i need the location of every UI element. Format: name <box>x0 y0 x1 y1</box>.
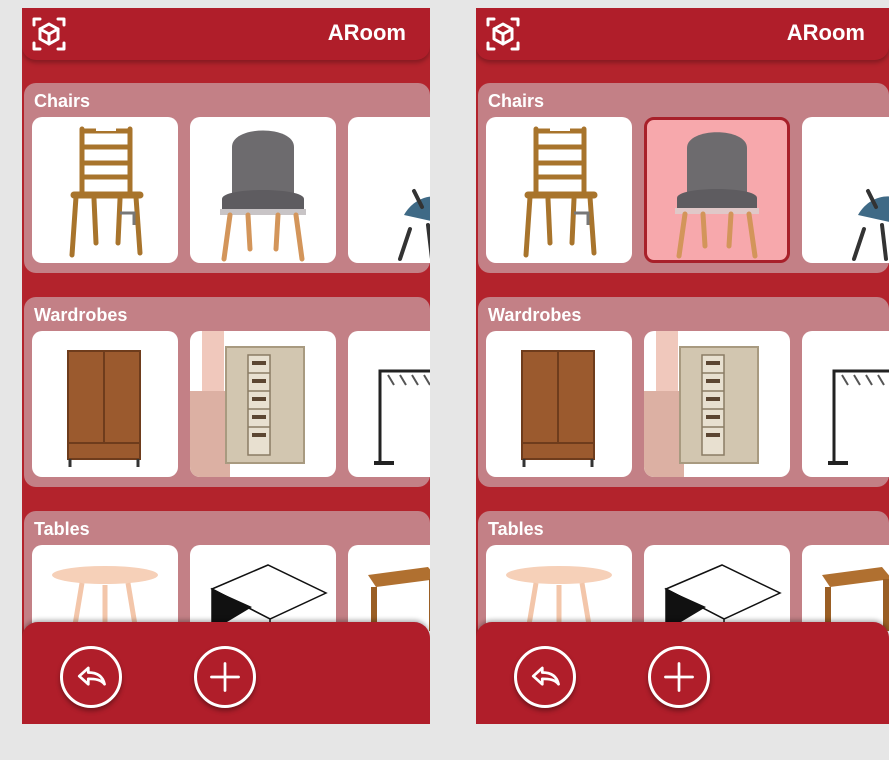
wardrobe-shelves-tile[interactable] <box>644 331 790 477</box>
app-title: ARoom <box>786 20 865 45</box>
chairs-row[interactable] <box>486 117 889 267</box>
clothes-rack-tile[interactable] <box>802 331 889 477</box>
category-chairs: Chairs <box>478 83 889 273</box>
phone-screen-left: ARoom Chairs Wardrobes Tables <box>22 8 430 724</box>
chair-wooden-tile[interactable] <box>486 117 632 263</box>
chair-blue-tile[interactable] <box>802 117 889 263</box>
add-button[interactable] <box>194 646 256 708</box>
add-button[interactable] <box>648 646 710 708</box>
plus-icon <box>210 662 240 692</box>
undo-button[interactable] <box>60 646 122 708</box>
chair-blue-tile[interactable] <box>348 117 430 263</box>
category-wardrobes: Wardrobes <box>478 297 889 487</box>
wardrobes-row[interactable] <box>32 331 430 481</box>
bottom-bar <box>476 622 889 724</box>
category-label: Tables <box>34 519 90 539</box>
top-bar: ARoom <box>22 8 430 60</box>
category-chairs: Chairs <box>24 83 430 273</box>
phone-screen-right: ARoom Chairs Wardrobes Tables <box>476 8 889 724</box>
wardrobe-brown-tile[interactable] <box>32 331 178 477</box>
undo-button[interactable] <box>514 646 576 708</box>
category-label: Chairs <box>488 91 545 111</box>
category-label: Chairs <box>34 91 91 111</box>
ar-cube-icon[interactable] <box>486 16 520 52</box>
chairs-row[interactable] <box>32 117 430 267</box>
chair-upholstered-tile[interactable] <box>190 117 336 263</box>
ar-cube-icon[interactable] <box>32 16 66 52</box>
category-wardrobes: Wardrobes <box>24 297 430 487</box>
clothes-rack-tile[interactable] <box>348 331 430 477</box>
chair-upholstered-tile-selected[interactable] <box>644 117 790 263</box>
category-label: Wardrobes <box>488 305 582 325</box>
chair-wooden-tile[interactable] <box>32 117 178 263</box>
category-label: Wardrobes <box>34 305 128 325</box>
top-bar: ARoom <box>476 8 889 60</box>
category-label: Tables <box>488 519 544 539</box>
undo-icon <box>531 666 560 686</box>
wardrobe-shelves-tile[interactable] <box>190 331 336 477</box>
wardrobe-brown-tile[interactable] <box>486 331 632 477</box>
bottom-bar <box>22 622 430 724</box>
plus-icon <box>664 662 694 692</box>
app-title: ARoom <box>327 20 406 45</box>
wardrobes-row[interactable] <box>486 331 889 481</box>
undo-icon <box>77 666 106 686</box>
